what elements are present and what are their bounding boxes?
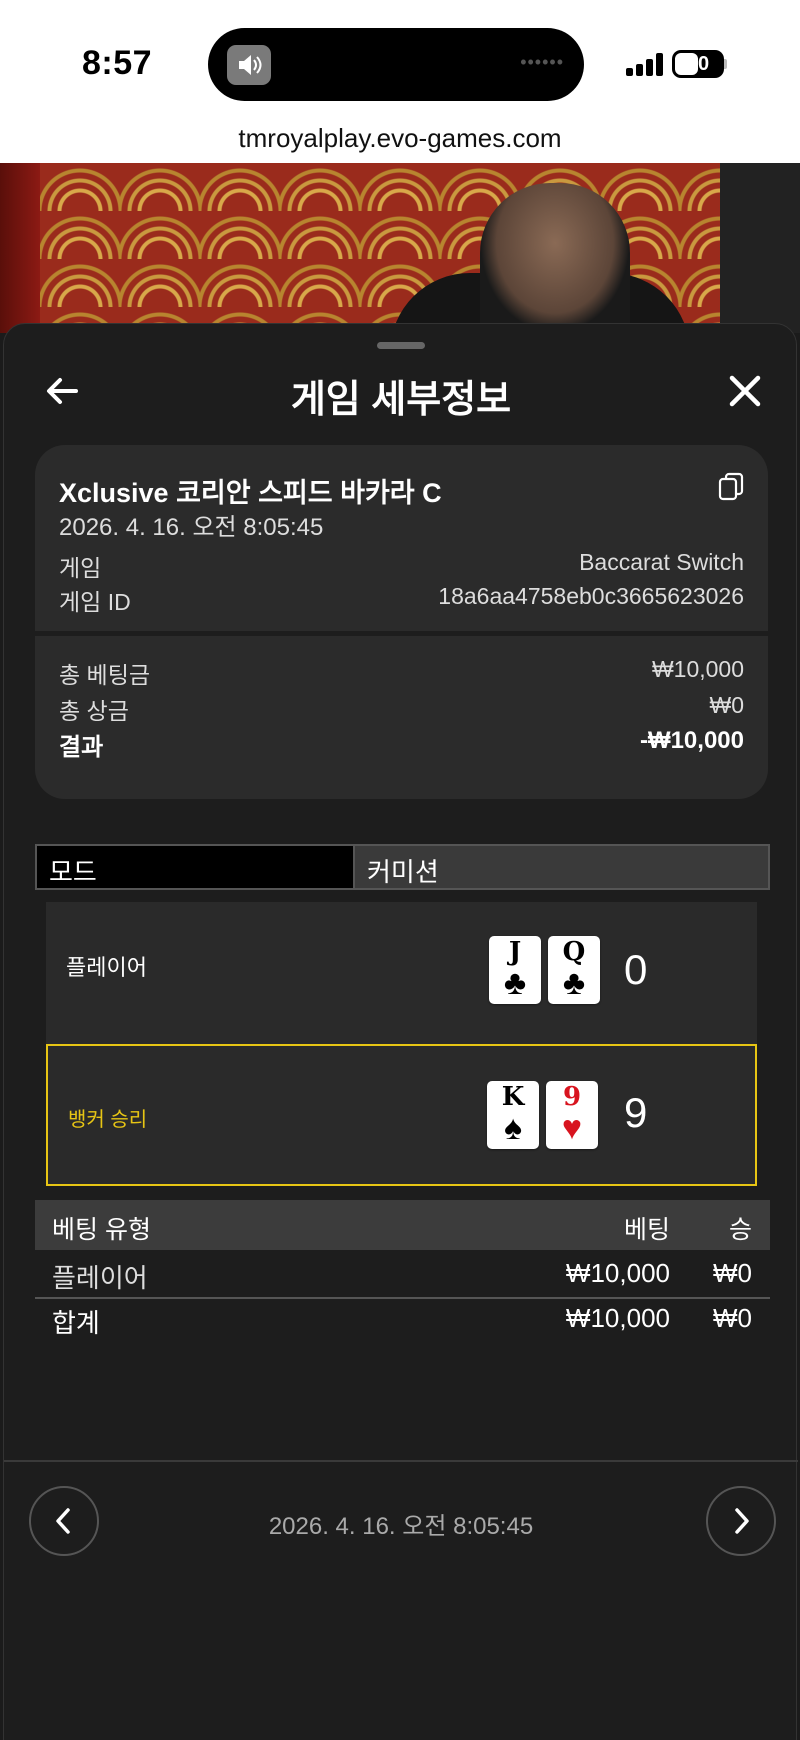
status-time: 8:57 bbox=[82, 44, 153, 82]
total-bet-value: ₩10,000 bbox=[651, 656, 744, 682]
player-card-1: J ♣ bbox=[489, 936, 541, 1004]
card-divider bbox=[35, 631, 768, 636]
game-datetime: 2026. 4. 16. 오전 8:05:45 bbox=[59, 514, 324, 541]
url-bar[interactable]: tmroyalplay.evo-games.com bbox=[0, 115, 800, 163]
banker-score: 9 bbox=[624, 1089, 648, 1136]
player-label: 플레이어 bbox=[66, 955, 147, 980]
banker-hand: 뱅커 승리 K ♠ 9 ♥ 9 bbox=[46, 1044, 757, 1186]
total-win-value: ₩0 bbox=[709, 692, 745, 718]
next-round-button[interactable] bbox=[706, 1486, 776, 1556]
battery-level: 40 bbox=[686, 53, 710, 75]
url-text: tmroyalplay.evo-games.com bbox=[238, 123, 562, 153]
total-type-cell: 합계 bbox=[52, 1308, 100, 1338]
mode-label: 모드 bbox=[49, 857, 97, 887]
result-label: 결과 bbox=[59, 734, 104, 761]
banker-card-2: 9 ♥ bbox=[546, 1081, 598, 1149]
spade-icon: ♠ bbox=[503, 1109, 523, 1147]
player-hand: 플레이어 J ♣ Q ♣ 0 bbox=[46, 902, 757, 1044]
total-win-cell: ₩0 bbox=[713, 1303, 752, 1333]
status-bar: 8:57 •••••• 40 bbox=[0, 0, 800, 115]
volume-icon bbox=[227, 45, 271, 85]
copy-icon[interactable] bbox=[717, 471, 745, 503]
battery-icon: 40 bbox=[672, 50, 724, 78]
banker-card-1: K ♠ bbox=[487, 1081, 539, 1149]
bet-type-cell: 플레이어 bbox=[52, 1263, 148, 1293]
bets-table-header: 베팅 유형 베팅 승 bbox=[35, 1200, 770, 1250]
commission-label: 커미션 bbox=[367, 857, 439, 887]
total-bet-cell: ₩10,000 bbox=[565, 1303, 670, 1333]
sheet-title: 게임 세부정보 bbox=[290, 379, 512, 421]
club-icon: ♣ bbox=[503, 964, 527, 1002]
card-rank: 9 bbox=[562, 1082, 582, 1112]
player-card-2: Q ♣ bbox=[548, 936, 600, 1004]
activity-dots: •••••• bbox=[520, 52, 564, 72]
live-video-background bbox=[0, 163, 800, 333]
banker-label: 뱅커 승리 bbox=[68, 1109, 148, 1131]
game-id-label: 게임 ID bbox=[59, 589, 131, 615]
total-bet-label: 총 베팅금 bbox=[59, 662, 151, 688]
heart-icon: ♥ bbox=[561, 1109, 583, 1147]
bet-amount-cell: ₩10,000 bbox=[565, 1258, 670, 1288]
player-score: 0 bbox=[624, 946, 648, 993]
game-label: 게임 bbox=[59, 555, 102, 581]
card-rank: J bbox=[508, 937, 522, 967]
sheet-grabber[interactable] bbox=[377, 342, 425, 349]
game-info-card: Xclusive 코리안 스피드 바카라 C 2026. 4. 16. 오전 8… bbox=[35, 445, 768, 799]
club-icon: ♣ bbox=[562, 964, 586, 1002]
close-icon[interactable] bbox=[722, 368, 768, 414]
table-row: 플레이어 ₩10,000 ₩0 bbox=[35, 1254, 770, 1294]
result-value: -₩10,000 bbox=[639, 727, 744, 754]
mode-bar: 모드 커미션 bbox=[35, 844, 770, 890]
bet-amount-header: 베팅 bbox=[623, 1216, 670, 1244]
footer-divider bbox=[4, 1460, 798, 1462]
game-value: Baccarat Switch bbox=[579, 549, 744, 575]
total-win-label: 총 상금 bbox=[59, 698, 129, 724]
card-rank: Q bbox=[562, 937, 586, 967]
dynamic-island: •••••• bbox=[208, 28, 584, 101]
bet-type-header: 베팅 유형 bbox=[52, 1216, 151, 1244]
signal-icon bbox=[626, 52, 666, 76]
game-id-value: 18a6aa4758eb0c3665623026 bbox=[438, 583, 744, 609]
chevron-right-icon bbox=[735, 1508, 749, 1534]
game-name: Xclusive 코리안 스피드 바카라 C bbox=[59, 478, 442, 508]
card-rank: K bbox=[501, 1082, 525, 1112]
footer-datetime: 2026. 4. 16. 오전 8:05:45 bbox=[268, 1513, 534, 1540]
battery-tip bbox=[724, 59, 727, 69]
win-header: 승 bbox=[728, 1216, 752, 1244]
game-details-sheet: 게임 세부정보 Xclusive 코리안 스피드 바카라 C 2026. 4. … bbox=[3, 323, 798, 1740]
table-total-row: 합계 ₩10,000 ₩0 bbox=[35, 1299, 770, 1339]
win-cell: ₩0 bbox=[713, 1258, 752, 1288]
